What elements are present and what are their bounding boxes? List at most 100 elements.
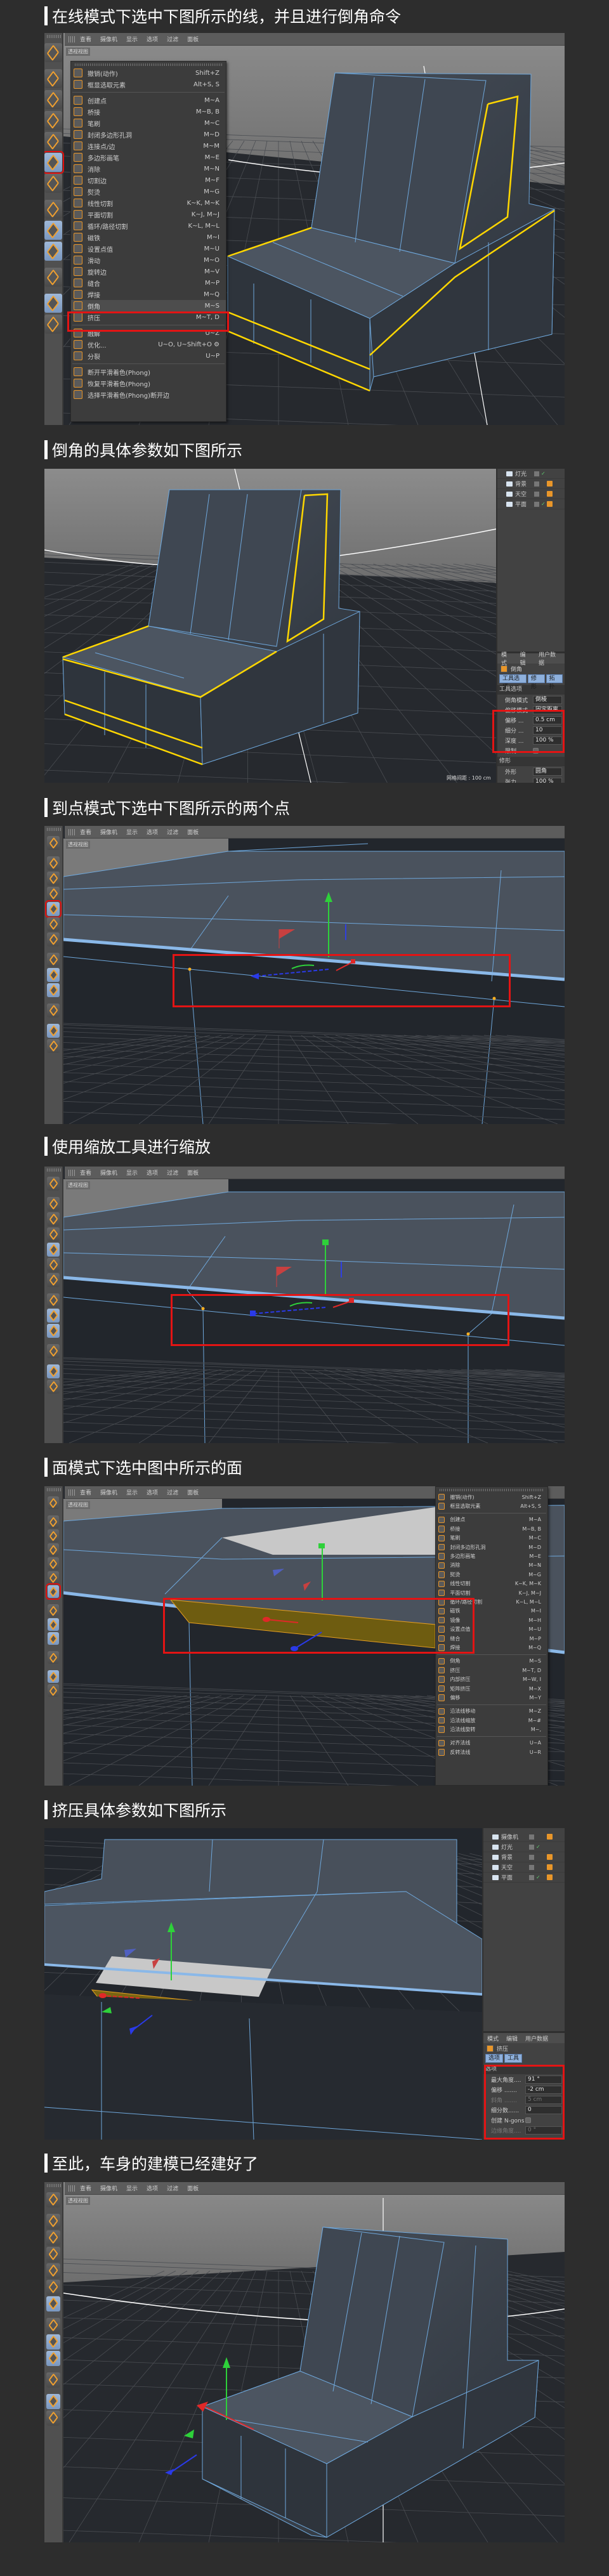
menu-camera[interactable]: 摄像机: [100, 35, 117, 43]
tab-mode[interactable]: 模式: [487, 2034, 499, 2043]
menu-item[interactable]: 分裂 U~P: [71, 350, 226, 362]
menu-display[interactable]: 显示: [126, 1488, 138, 1496]
menu-display[interactable]: 显示: [126, 1168, 138, 1177]
visibility-icon[interactable]: [529, 1844, 534, 1850]
menu-options[interactable]: 选项: [147, 828, 158, 836]
object-row[interactable]: 背景: [483, 1852, 565, 1862]
object-row[interactable]: 天空: [483, 1862, 565, 1873]
point-mode-icon[interactable]: [48, 1557, 59, 1570]
menu-item[interactable]: 封闭多边形孔洞 M~D: [436, 1543, 547, 1552]
edge-mode-icon[interactable]: [44, 151, 64, 174]
solo-icon[interactable]: [44, 242, 62, 261]
menu-item[interactable]: 消除 M~N: [436, 1561, 547, 1570]
view-icon[interactable]: [47, 836, 60, 850]
menu-item[interactable]: 撤销(动作) Shift+Z: [71, 67, 226, 79]
menu-filter[interactable]: 过滤: [167, 35, 178, 43]
object-row[interactable]: 背景: [497, 479, 565, 489]
point-mode-icon[interactable]: [44, 132, 62, 151]
object-row[interactable]: 天空: [497, 489, 565, 499]
menu-camera[interactable]: 摄像机: [100, 2184, 117, 2192]
menu-item[interactable]: 消除 M~N: [71, 163, 226, 174]
menu-options[interactable]: 选项: [147, 1168, 158, 1177]
tweak-icon[interactable]: [47, 1309, 60, 1323]
model-mode-icon[interactable]: [47, 856, 60, 870]
menu-item[interactable]: 选择平滑着色(Phong)断开边: [71, 389, 226, 400]
menu-options[interactable]: 选项: [147, 2184, 158, 2192]
visibility-icon[interactable]: [529, 1864, 534, 1870]
menu-display[interactable]: 显示: [126, 35, 138, 43]
menu-item[interactable]: 切割边 M~F: [71, 174, 226, 186]
model-mode-icon[interactable]: [44, 69, 62, 88]
model-mode-icon[interactable]: [46, 2214, 60, 2229]
tweak-icon[interactable]: [47, 968, 60, 982]
viewport-3d[interactable]: [44, 2182, 565, 2542]
edge-mode-icon[interactable]: [48, 1571, 59, 1584]
menu-item[interactable]: 倒角 M~S: [436, 1657, 547, 1666]
polygon-mode-icon[interactable]: [47, 1273, 60, 1287]
planar-workplane-icon[interactable]: [47, 1039, 60, 1053]
tweak-icon[interactable]: [44, 221, 62, 240]
menu-item[interactable]: 恢复平滑着色(Phong): [71, 377, 226, 389]
menu-item[interactable]: 焊接 M~Q: [71, 289, 226, 300]
shape-select[interactable]: 圆角: [533, 767, 562, 776]
menu-item[interactable]: 桥接 M~B, B: [71, 106, 226, 117]
menu-item[interactable]: 沿法线移动 M~Z: [436, 1707, 547, 1716]
tab-options[interactable]: 选项: [485, 2054, 504, 2063]
view-icon[interactable]: [47, 1177, 60, 1191]
menu-filter[interactable]: 过滤: [167, 1488, 178, 1496]
menu-camera[interactable]: 摄像机: [100, 1168, 117, 1177]
lock-workplane-icon[interactable]: [47, 1364, 60, 1378]
bevel-mode-select[interactable]: 倒棱: [533, 695, 562, 704]
tab-topology[interactable]: 拓扑: [546, 674, 563, 690]
menu-item[interactable]: 框显选取元素 Alt+S, S: [71, 79, 226, 90]
menu-item[interactable]: 缝合 M~P: [71, 277, 226, 289]
view-icon[interactable]: [48, 1496, 59, 1509]
menu-camera[interactable]: 摄像机: [100, 828, 117, 836]
visibility-icon[interactable]: [534, 471, 539, 476]
menu-item[interactable]: 循环/路径切割 K~L, M~L: [71, 220, 226, 232]
menu-item[interactable]: 沿法线缩放 M~#: [436, 1716, 547, 1725]
menu-filter[interactable]: 过滤: [167, 1168, 178, 1177]
menu-camera[interactable]: 摄像机: [100, 1488, 117, 1496]
menu-panel[interactable]: 面板: [187, 2184, 199, 2192]
menu-panel[interactable]: 面板: [187, 1168, 199, 1177]
solo-icon[interactable]: [47, 1324, 60, 1338]
edge-mode-icon[interactable]: [47, 917, 60, 931]
menu-view[interactable]: 查看: [80, 1488, 91, 1496]
check-icon[interactable]: ✓: [536, 1874, 540, 1880]
tag-icon[interactable]: [547, 1864, 553, 1870]
menu-item[interactable]: 创建点 M~A: [71, 95, 226, 106]
menu-filter[interactable]: 过滤: [167, 2184, 178, 2192]
menu-item[interactable]: 撤销(动作) Shift+Z: [436, 1493, 547, 1501]
polygon-mode-icon[interactable]: [47, 932, 60, 946]
object-row[interactable]: 灯光 ✓: [497, 469, 565, 479]
visibility-icon[interactable]: [534, 491, 539, 497]
polygon-mode-icon[interactable]: [44, 174, 62, 193]
menu-item[interactable]: 旋转边 M~V: [71, 266, 226, 277]
workplane-icon[interactable]: [47, 1227, 60, 1241]
viewport-3d[interactable]: [44, 469, 565, 783]
snap-icon[interactable]: [46, 2372, 60, 2388]
menu-display[interactable]: 显示: [126, 828, 138, 836]
check-icon[interactable]: ✓: [536, 1844, 540, 1850]
axis-icon[interactable]: [48, 1604, 59, 1617]
menu-item[interactable]: 多边形画笔 M~E: [71, 152, 226, 163]
visibility-icon[interactable]: [529, 1874, 534, 1880]
texture-mode-icon[interactable]: [47, 872, 60, 886]
snap-icon[interactable]: [47, 1344, 60, 1358]
lock-workplane-icon[interactable]: [48, 1670, 59, 1683]
solo-icon[interactable]: [47, 983, 60, 997]
point-mode-icon[interactable]: [46, 2263, 60, 2279]
menu-filter[interactable]: 过滤: [167, 828, 178, 836]
texture-mode-icon[interactable]: [47, 1212, 60, 1226]
menu-item[interactable]: 平面切割 K~J, M~J: [71, 209, 226, 220]
menu-item[interactable]: 框显选取元素 Alt+S, S: [436, 1501, 547, 1510]
check-icon[interactable]: ✓: [541, 501, 546, 507]
tweak-icon[interactable]: [48, 1618, 59, 1631]
menu-item[interactable]: 熨烫 M~G: [436, 1570, 547, 1579]
point-mode-icon[interactable]: [47, 1243, 60, 1257]
tweak-icon[interactable]: [46, 2334, 60, 2350]
planar-workplane-icon[interactable]: [48, 1684, 59, 1697]
menu-item[interactable]: 对齐法线 U~A: [436, 1739, 547, 1748]
tension-input[interactable]: 100 %: [533, 777, 562, 783]
